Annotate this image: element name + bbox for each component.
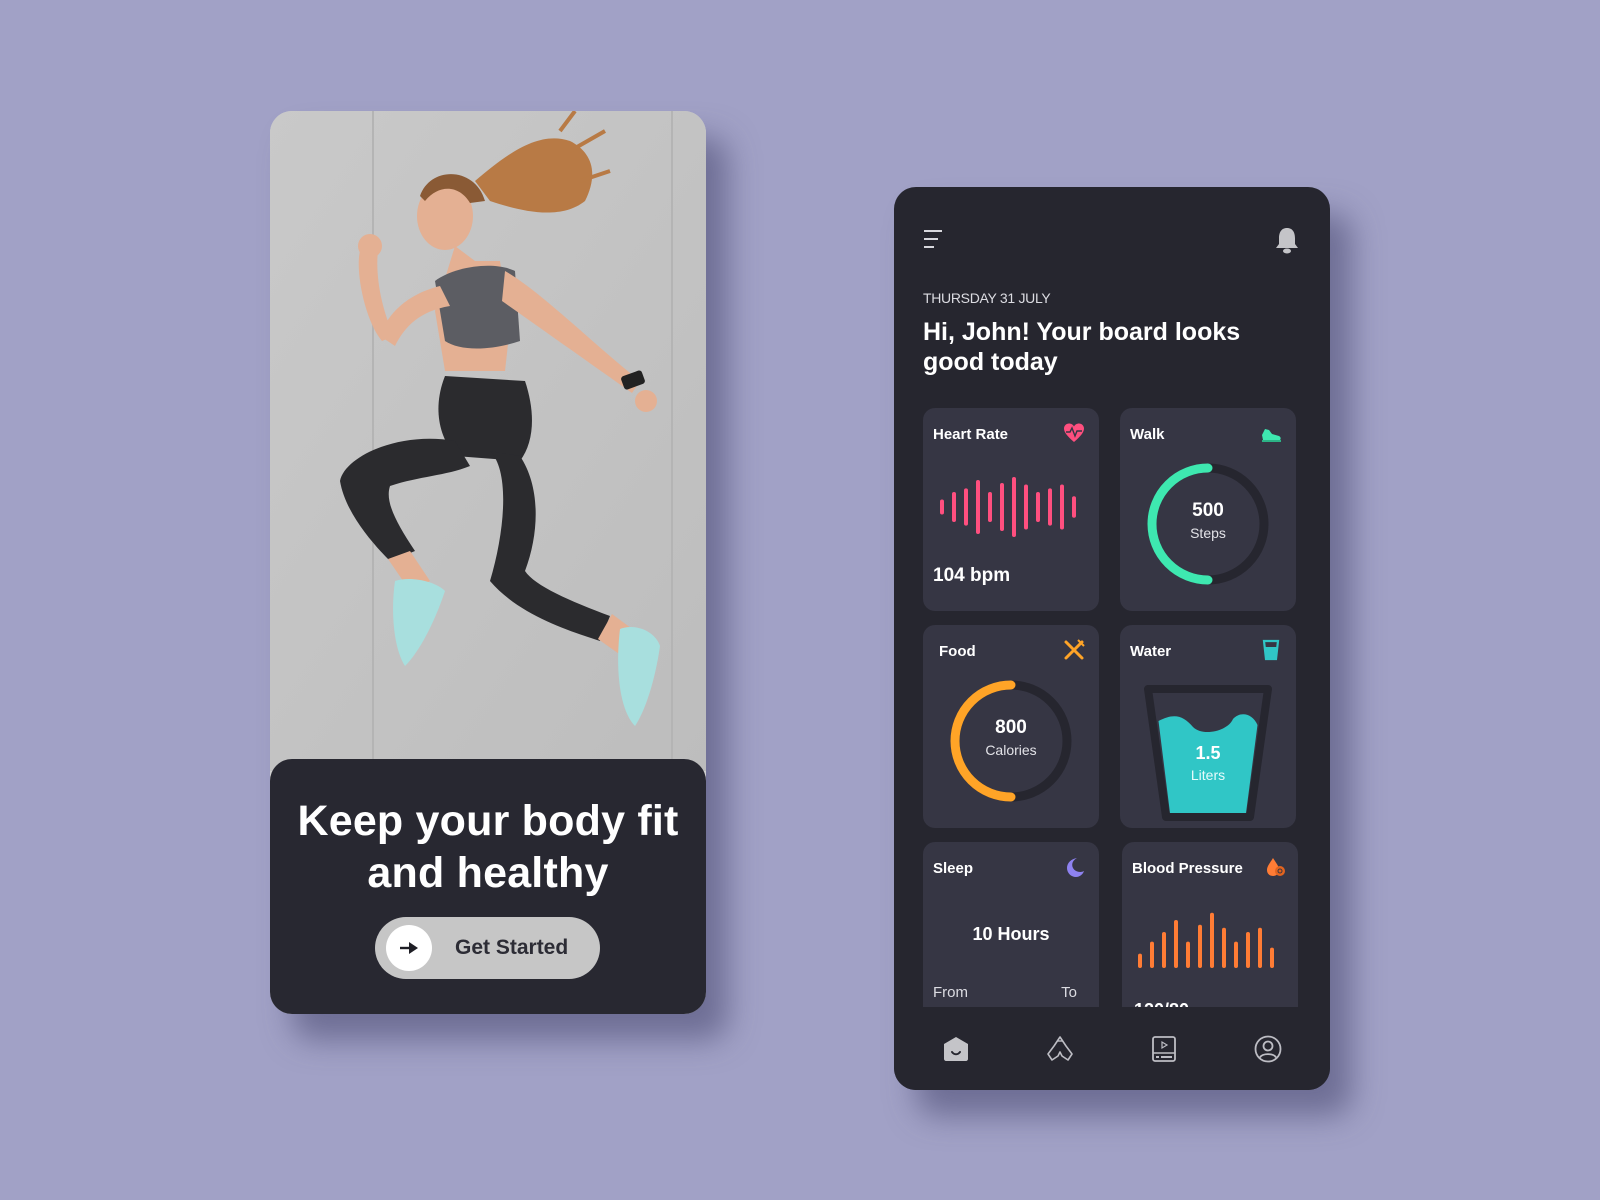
dashboard-screen: THURSDAY 31 JULY Hi, John! Your board lo… bbox=[894, 187, 1330, 1090]
food-title: Food bbox=[939, 643, 976, 660]
blood-pressure-bar bbox=[1270, 947, 1274, 968]
sleep-to-label: To bbox=[1061, 984, 1077, 1001]
current-date: THURSDAY 31 JULY bbox=[923, 290, 1051, 306]
get-started-button[interactable]: Get Started bbox=[375, 917, 600, 979]
blood-pressure-title: Blood Pressure bbox=[1132, 860, 1243, 877]
high-five-icon bbox=[1047, 1035, 1073, 1061]
nav-home[interactable] bbox=[934, 1027, 978, 1071]
home-icon bbox=[944, 1036, 968, 1061]
food-calories-value: 800 bbox=[995, 717, 1027, 738]
blood-pressure-bar bbox=[1246, 932, 1250, 968]
food-tile[interactable]: Food 800 Calories bbox=[923, 625, 1099, 828]
walk-tile[interactable]: Walk 500 Steps bbox=[1120, 408, 1296, 611]
blood-pressure-bar bbox=[1222, 927, 1226, 968]
heart-rate-bar bbox=[1048, 488, 1052, 526]
sneaker-icon bbox=[1262, 429, 1281, 442]
nav-profile[interactable] bbox=[1246, 1027, 1290, 1071]
food-progress-ring: 800 Calories bbox=[949, 679, 1073, 803]
cta-arrow-circle bbox=[386, 925, 432, 971]
heart-pulse-icon bbox=[1064, 423, 1084, 442]
greeting-heading: Hi, John! Your board looks good today bbox=[923, 318, 1241, 376]
heart-rate-tile[interactable]: Heart Rate 104 bpm bbox=[923, 408, 1099, 611]
heart-rate-waveform bbox=[940, 477, 1076, 537]
water-liters-value: 1.5 bbox=[1195, 743, 1221, 763]
heart-rate-bar bbox=[964, 488, 968, 526]
nav-media[interactable] bbox=[1142, 1027, 1186, 1071]
blood-pressure-bar bbox=[1150, 941, 1154, 968]
heart-rate-bar bbox=[1024, 484, 1028, 530]
hero-photo bbox=[270, 111, 706, 771]
bottom-navigation bbox=[894, 1007, 1330, 1090]
water-liters-unit: Liters bbox=[1190, 767, 1226, 783]
user-profile-icon bbox=[1254, 1035, 1282, 1062]
blood-pressure-bar bbox=[1234, 941, 1238, 968]
notifications-button[interactable] bbox=[1272, 225, 1302, 255]
food-calories-unit: Calories bbox=[985, 742, 1037, 758]
blood-drop-icon bbox=[1267, 858, 1285, 876]
blood-pressure-bar bbox=[1258, 927, 1262, 968]
cutlery-icon bbox=[1064, 639, 1085, 660]
heart-rate-bar bbox=[976, 480, 980, 534]
water-tile[interactable]: Water 1.5 Liters bbox=[1120, 625, 1296, 828]
athlete-illustration bbox=[270, 111, 706, 771]
walk-progress-ring: 500 Steps bbox=[1146, 462, 1270, 586]
water-glass-graphic bbox=[1144, 685, 1272, 821]
blood-pressure-bar bbox=[1198, 924, 1202, 968]
heart-rate-bar bbox=[1036, 492, 1040, 522]
menu-button[interactable] bbox=[922, 227, 946, 251]
heart-rate-bar bbox=[988, 492, 992, 522]
promo-panel: Keep your body fit and healthy Get Start… bbox=[270, 759, 706, 1014]
heart-rate-bar bbox=[1060, 484, 1064, 530]
heart-rate-bar bbox=[940, 499, 944, 515]
promo-headline: Keep your body fit and healthy bbox=[297, 797, 679, 897]
heart-rate-title: Heart Rate bbox=[933, 426, 1009, 443]
video-player-icon bbox=[1152, 1035, 1176, 1062]
menu-icon bbox=[924, 230, 942, 248]
blood-pressure-bar bbox=[1162, 932, 1166, 968]
sleep-hours-value: 10 Hours bbox=[972, 924, 1050, 944]
arrow-right-icon bbox=[400, 942, 418, 954]
blood-pressure-bar bbox=[1138, 953, 1142, 968]
onboarding-card: Keep your body fit and healthy Get Start… bbox=[270, 111, 706, 1014]
heart-rate-bar bbox=[1000, 483, 1004, 531]
bell-icon bbox=[1276, 228, 1298, 254]
heart-rate-bar bbox=[1012, 477, 1016, 537]
blood-pressure-bar bbox=[1174, 920, 1178, 968]
get-started-label: Get Started bbox=[455, 936, 569, 959]
sleep-title: Sleep bbox=[933, 860, 974, 877]
heart-rate-value: 104 bpm bbox=[933, 565, 1011, 586]
nav-workout[interactable] bbox=[1038, 1027, 1082, 1071]
blood-pressure-bar bbox=[1210, 912, 1214, 968]
heart-rate-bar bbox=[952, 492, 956, 522]
blood-pressure-chart bbox=[1138, 912, 1274, 968]
moon-icon bbox=[1067, 858, 1084, 877]
walk-steps-unit: Steps bbox=[1190, 525, 1226, 541]
walk-title: Walk bbox=[1130, 426, 1165, 443]
blood-pressure-bar bbox=[1186, 941, 1190, 968]
sleep-from-label: From bbox=[933, 984, 968, 1001]
heart-rate-bar bbox=[1072, 496, 1076, 518]
walk-steps-value: 500 bbox=[1192, 500, 1224, 521]
